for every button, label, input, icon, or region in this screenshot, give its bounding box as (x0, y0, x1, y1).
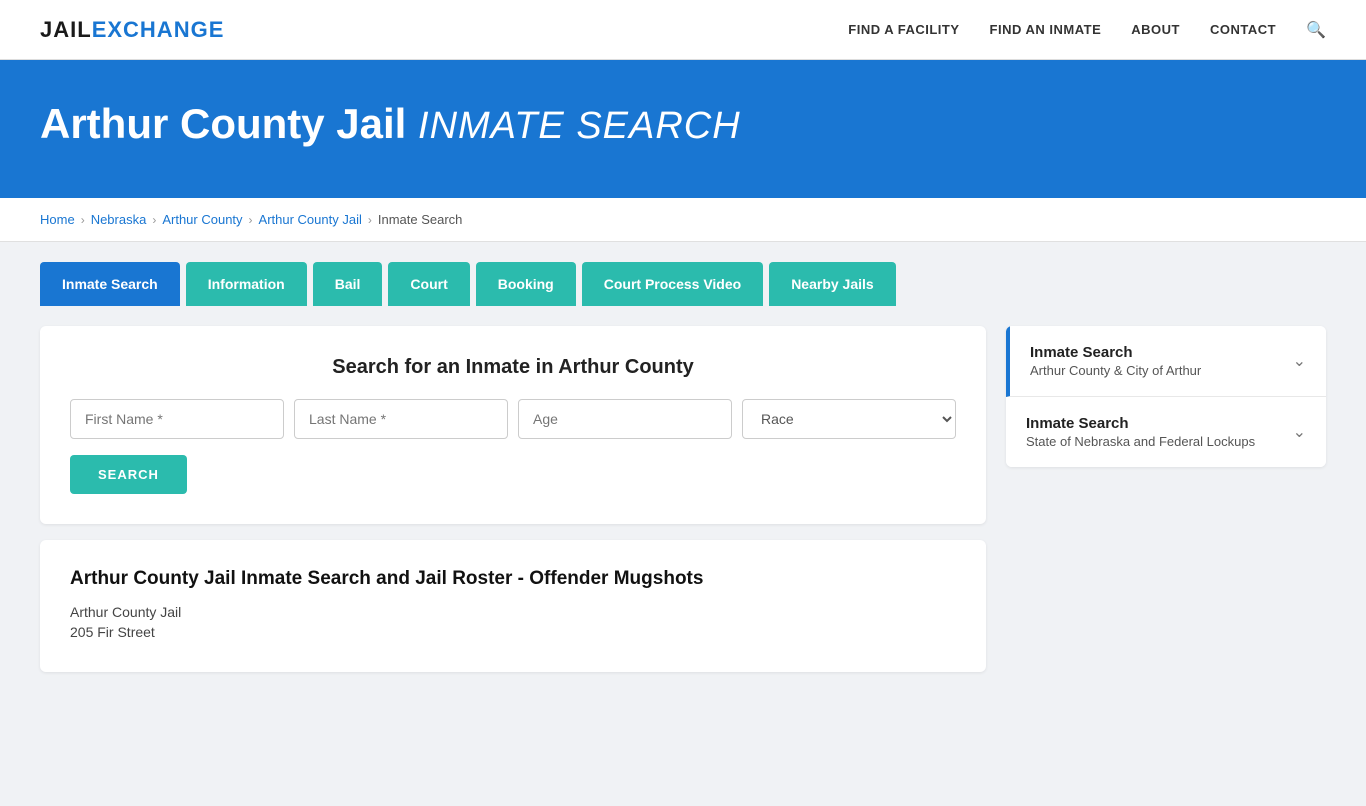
sidebar-item-text-arthur: Inmate Search Arthur County & City of Ar… (1030, 344, 1201, 378)
sidebar-item-arthur[interactable]: Inmate Search Arthur County & City of Ar… (1006, 326, 1326, 397)
age-input[interactable] (518, 399, 732, 439)
tab-court-process-video[interactable]: Court Process Video (582, 262, 763, 306)
tab-nearby-jails[interactable]: Nearby Jails (769, 262, 896, 306)
jail-address: 205 Fir Street (70, 624, 956, 640)
sidebar-item-subtitle-arthur: Arthur County & City of Arthur (1030, 363, 1201, 378)
hero-title-bold: Arthur County Jail (40, 100, 406, 147)
breadcrumb-sep-4: › (368, 213, 372, 227)
breadcrumb-bar: Home › Nebraska › Arthur County › Arthur… (0, 198, 1366, 242)
hero-title-italic: INMATE SEARCH (418, 105, 741, 147)
tab-booking[interactable]: Booking (476, 262, 576, 306)
first-name-input[interactable] (70, 399, 284, 439)
search-fields: Race White Black Hispanic Asian Other (70, 399, 956, 439)
nav-contact[interactable]: CONTACT (1210, 22, 1276, 37)
race-select[interactable]: Race White Black Hispanic Asian Other (742, 399, 956, 439)
sidebar-card: Inmate Search Arthur County & City of Ar… (1006, 326, 1326, 467)
chevron-down-icon-2: ⌄ (1293, 422, 1306, 442)
top-nav: JAILEXCHANGE FIND A FACILITY FIND AN INM… (0, 0, 1366, 60)
search-icon[interactable]: 🔍 (1306, 20, 1326, 40)
chevron-down-icon: ⌄ (1293, 351, 1306, 371)
sidebar-item-nebraska[interactable]: Inmate Search State of Nebraska and Fede… (1006, 397, 1326, 467)
sidebar-item-title-nebraska: Inmate Search (1026, 415, 1255, 432)
breadcrumb-arthur-county[interactable]: Arthur County (162, 212, 242, 227)
left-column: Search for an Inmate in Arthur County Ra… (40, 326, 986, 766)
breadcrumb-current: Inmate Search (378, 212, 463, 227)
tab-bar: Inmate Search Information Bail Court Boo… (0, 242, 1366, 306)
nav-find-inmate[interactable]: FIND AN INMATE (990, 22, 1102, 37)
logo-part1: JAIL (40, 17, 92, 42)
info-heading: Arthur County Jail Inmate Search and Jai… (70, 568, 956, 590)
main-content: Search for an Inmate in Arthur County Ra… (0, 306, 1366, 806)
sidebar-item-text-nebraska: Inmate Search State of Nebraska and Fede… (1026, 415, 1255, 449)
breadcrumb-sep-3: › (249, 213, 253, 227)
logo[interactable]: JAILEXCHANGE (40, 17, 224, 43)
tab-information[interactable]: Information (186, 262, 307, 306)
search-button[interactable]: SEARCH (70, 455, 187, 494)
last-name-input[interactable] (294, 399, 508, 439)
breadcrumb-nebraska[interactable]: Nebraska (91, 212, 147, 227)
tab-bail[interactable]: Bail (313, 262, 383, 306)
nav-links: FIND A FACILITY FIND AN INMATE ABOUT CON… (848, 20, 1326, 40)
nav-about[interactable]: ABOUT (1131, 22, 1180, 37)
search-heading: Search for an Inmate in Arthur County (70, 356, 956, 379)
logo-part2: EXCHANGE (92, 17, 225, 42)
sidebar-item-title-arthur: Inmate Search (1030, 344, 1201, 361)
right-column: Inmate Search Arthur County & City of Ar… (1006, 326, 1326, 766)
nav-find-facility[interactable]: FIND A FACILITY (848, 22, 959, 37)
tab-court[interactable]: Court (388, 262, 469, 306)
page-title: Arthur County Jail INMATE SEARCH (40, 100, 1326, 148)
breadcrumb-sep-1: › (81, 213, 85, 227)
search-card: Search for an Inmate in Arthur County Ra… (40, 326, 986, 524)
jail-name: Arthur County Jail (70, 604, 956, 620)
hero-section: Arthur County Jail INMATE SEARCH (0, 60, 1366, 198)
breadcrumb-arthur-county-jail[interactable]: Arthur County Jail (259, 212, 362, 227)
tab-inmate-search[interactable]: Inmate Search (40, 262, 180, 306)
breadcrumb-home[interactable]: Home (40, 212, 75, 227)
breadcrumb-sep-2: › (152, 213, 156, 227)
sidebar-item-subtitle-nebraska: State of Nebraska and Federal Lockups (1026, 434, 1255, 449)
breadcrumb: Home › Nebraska › Arthur County › Arthur… (40, 212, 1326, 227)
info-card: Arthur County Jail Inmate Search and Jai… (40, 540, 986, 672)
